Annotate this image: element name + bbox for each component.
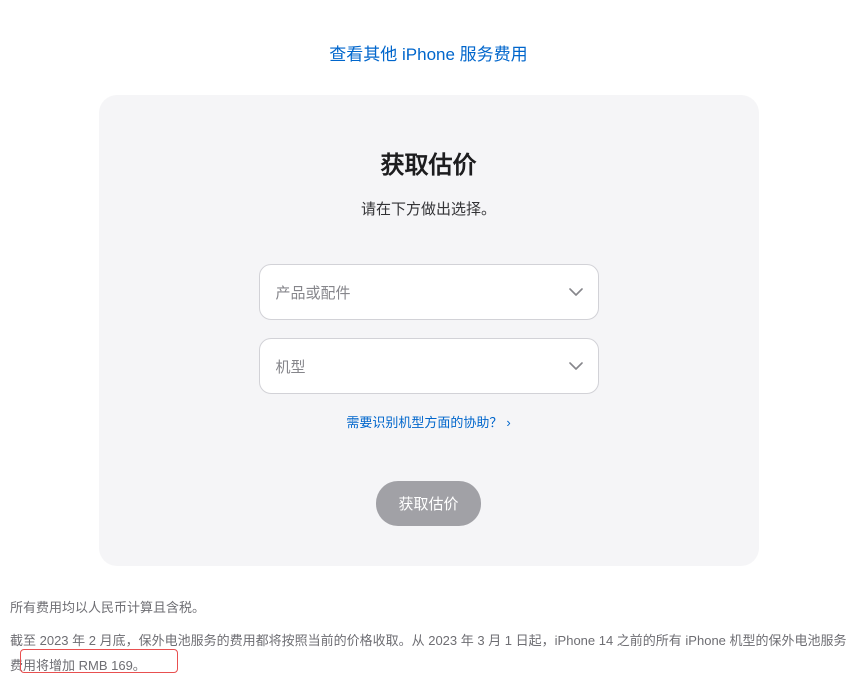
view-other-fees-link[interactable]: 查看其他 iPhone 服务费用 (329, 45, 527, 64)
get-estimate-button[interactable]: 获取估价 (376, 481, 480, 526)
disclaimer-content: 截至 2023 年 2 月底，保外电池服务的费用都将按照当前的价格收取。从 20… (10, 633, 847, 673)
footnote-text: 所有费用均以人民币计算且含税。 (10, 596, 847, 619)
help-link-text: 需要识别机型方面的协助？ (346, 415, 502, 430)
model-select[interactable]: 机型 (259, 338, 599, 394)
disclaimer-text: 截至 2023 年 2 月底，保外电池服务的费用都将按照当前的价格收取。从 20… (10, 629, 847, 678)
estimate-card: 获取估价 请在下方做出选择。 产品或配件 机型 需要识别机型方面的协助？ › 获取… (99, 95, 759, 566)
card-title: 获取估价 (139, 145, 719, 180)
help-link-container: 需要识别机型方面的协助？ › (139, 412, 719, 431)
chevron-right-icon: › (506, 415, 510, 430)
product-select[interactable]: 产品或配件 (259, 264, 599, 320)
model-select-wrap: 机型 (259, 338, 599, 394)
card-subtitle: 请在下方做出选择。 (139, 198, 719, 219)
top-link-container: 查看其他 iPhone 服务费用 (10, 0, 847, 95)
product-select-wrap: 产品或配件 (259, 264, 599, 320)
identify-model-help-link[interactable]: 需要识别机型方面的协助？ › (346, 415, 510, 430)
